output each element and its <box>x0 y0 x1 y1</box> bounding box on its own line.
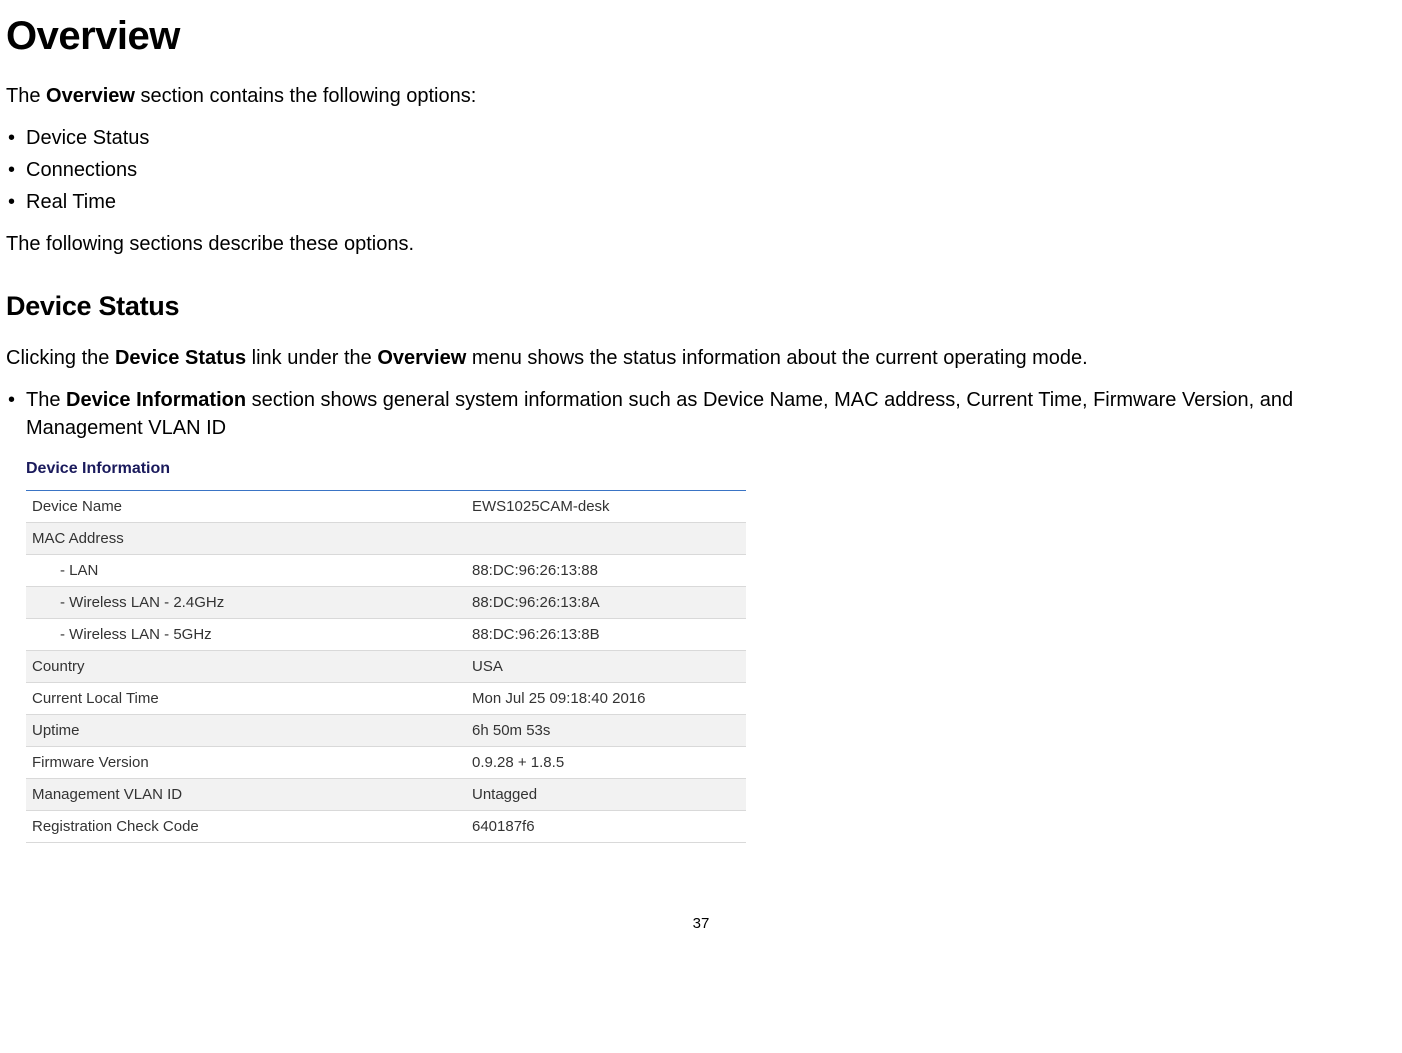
table-row: CountryUSA <box>26 651 746 683</box>
intro-bold: Overview <box>46 85 135 107</box>
device-info-table-wrap: Device Information Device NameEWS1025CAM… <box>26 458 746 843</box>
row-label: Uptime <box>26 715 466 747</box>
table-row: Uptime6h 50m 53s <box>26 715 746 747</box>
row-value: EWS1025CAM-desk <box>466 491 746 523</box>
table-row: MAC Address <box>26 523 746 555</box>
page-number: 37 <box>6 913 1396 934</box>
row-label: Current Local Time <box>26 683 466 715</box>
page-title: Overview <box>6 8 1396 64</box>
bullet-pre: The <box>26 389 66 411</box>
bullet-bold: Device Information <box>66 389 246 411</box>
table-title: Device Information <box>26 458 746 480</box>
row-label: Device Name <box>26 491 466 523</box>
table-row: - Wireless LAN - 2.4GHz88:DC:96:26:13:8A <box>26 587 746 619</box>
ds-bold-1: Device Status <box>115 347 246 369</box>
row-label: Country <box>26 651 466 683</box>
ds-mid: link under the <box>246 347 377 369</box>
row-value: 0.9.28 + 1.8.5 <box>466 747 746 779</box>
table-row: Firmware Version0.9.28 + 1.8.5 <box>26 747 746 779</box>
section-heading: Device Status <box>6 288 1396 326</box>
intro-post: section contains the following options: <box>135 85 476 107</box>
row-label: - Wireless LAN - 5GHz <box>26 619 466 651</box>
row-value <box>466 523 746 555</box>
row-label: Management VLAN ID <box>26 779 466 811</box>
device-info-bullet-list: The Device Information section shows gen… <box>6 386 1396 442</box>
row-label: MAC Address <box>26 523 466 555</box>
intro-pre: The <box>6 85 46 107</box>
row-value: 88:DC:96:26:13:88 <box>466 555 746 587</box>
row-label: - Wireless LAN - 2.4GHz <box>26 587 466 619</box>
list-item: Device Status <box>6 124 1396 152</box>
row-value: USA <box>466 651 746 683</box>
options-followup: The following sections describe these op… <box>6 230 1396 258</box>
row-value: 88:DC:96:26:13:8A <box>466 587 746 619</box>
ds-post: menu shows the status information about … <box>466 347 1087 369</box>
row-value: Untagged <box>466 779 746 811</box>
row-value: 6h 50m 53s <box>466 715 746 747</box>
list-item: Real Time <box>6 188 1396 216</box>
row-label: Registration Check Code <box>26 811 466 843</box>
list-item: Connections <box>6 156 1396 184</box>
row-label: - LAN <box>26 555 466 587</box>
list-item: The Device Information section shows gen… <box>6 386 1396 442</box>
intro-paragraph: The Overview section contains the follow… <box>6 82 1396 110</box>
device-info-table: Device NameEWS1025CAM-deskMAC Address- L… <box>26 490 746 843</box>
table-row: Current Local TimeMon Jul 25 09:18:40 20… <box>26 683 746 715</box>
row-value: 640187f6 <box>466 811 746 843</box>
table-row: - LAN88:DC:96:26:13:88 <box>26 555 746 587</box>
device-status-paragraph: Clicking the Device Status link under th… <box>6 344 1396 372</box>
table-row: - Wireless LAN - 5GHz88:DC:96:26:13:8B <box>26 619 746 651</box>
row-value: 88:DC:96:26:13:8B <box>466 619 746 651</box>
table-row: Device NameEWS1025CAM-desk <box>26 491 746 523</box>
row-label: Firmware Version <box>26 747 466 779</box>
table-row: Registration Check Code640187f6 <box>26 811 746 843</box>
row-value: Mon Jul 25 09:18:40 2016 <box>466 683 746 715</box>
table-row: Management VLAN IDUntagged <box>26 779 746 811</box>
ds-pre: Clicking the <box>6 347 115 369</box>
ds-bold-2: Overview <box>377 347 466 369</box>
options-list: Device Status Connections Real Time <box>6 124 1396 216</box>
